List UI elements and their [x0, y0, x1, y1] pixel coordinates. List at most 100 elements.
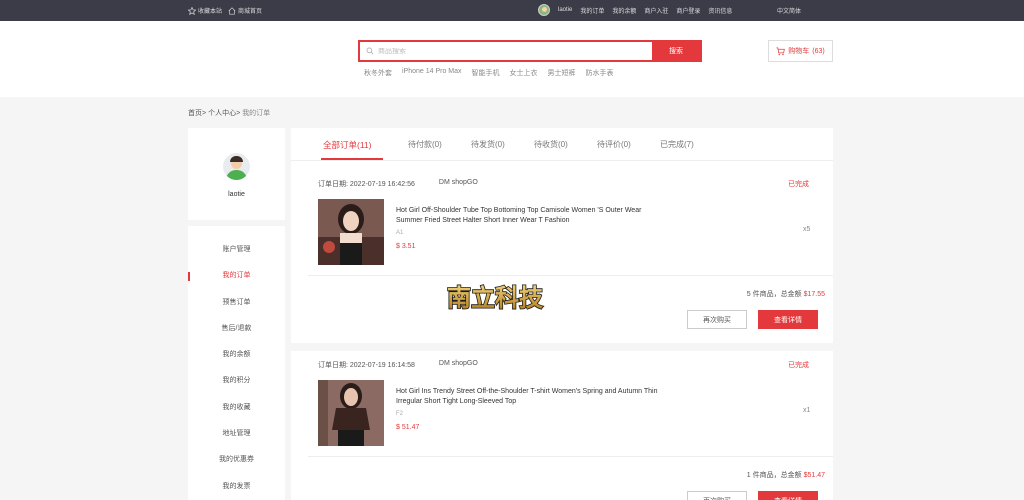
avatar[interactable] [223, 153, 250, 180]
order-total: 1 件商品，总金额 $51.47 [747, 470, 825, 480]
home-icon [228, 6, 236, 15]
top-bar: 收藏本站 商城首页 laotie 我的订单 我的余额 商户入驻 商户登录 资讯信… [0, 0, 1024, 21]
order-date: 订单日期: 2022-07-19 16:14:58 [318, 362, 415, 369]
sidebar-item-account[interactable]: 账户管理 [188, 240, 285, 266]
top-bar-right: laotie 我的订单 我的余额 商户入驻 商户登录 资讯信息 [538, 4, 732, 16]
view-details-button[interactable]: 查看详情 [758, 310, 818, 329]
favorite-label: 收藏本站 [198, 9, 223, 15]
user-avatar-small[interactable] [538, 4, 550, 16]
hot-search-list: 秋冬外套 iPhone 14 Pro Max 智能手机 女士上衣 男士短裤 防水… [364, 68, 614, 78]
sidebar-item-favorites[interactable]: 我的收藏 [188, 398, 285, 424]
watermark-logo: 南立科技 [446, 282, 545, 313]
product-photo [318, 199, 384, 265]
order-divider [291, 343, 833, 351]
hot-search-item[interactable]: 男士短裤 [548, 68, 576, 78]
star-icon [188, 6, 196, 15]
language-select[interactable]: 中文简体 [777, 6, 801, 15]
product-image[interactable] [318, 380, 384, 446]
cart-label: 购物车 [788, 48, 810, 55]
order-card: 订单日期: 2022-07-19 16:14:58 DM shopGO 已完成 … [308, 360, 833, 500]
tab-pending-shipment[interactable]: 待发货(0) [471, 139, 505, 150]
breadcrumb-home[interactable]: 首页> [188, 108, 206, 118]
order-total-prefix: 1 件商品，总金额 [746, 472, 802, 479]
product-photo [318, 380, 384, 446]
breadcrumb-current: 我的订单 [242, 110, 271, 117]
profile-card: laotie [188, 128, 285, 220]
profile-name: laotie [228, 191, 245, 198]
order-status: 已完成 [788, 362, 809, 369]
avatar-hair [230, 156, 243, 162]
topbar-link-merchant-login[interactable]: 商户登录 [676, 6, 700, 15]
order-date: 订单日期: 2022-07-19 16:42:56 [318, 181, 415, 188]
order-header: 订单日期: 2022-07-19 16:14:58 DM shopGO [318, 360, 478, 370]
breadcrumb: 首页> 个人中心> 我的订单 [188, 108, 270, 118]
breadcrumb-center[interactable]: 个人中心> [208, 108, 240, 118]
sidebar-item-presale[interactable]: 预售订单 [188, 293, 285, 319]
header: 搜索 秋冬外套 iPhone 14 Pro Max 智能手机 女士上衣 男士短裤… [0, 21, 1024, 97]
order-header: 订单日期: 2022-07-19 16:42:56 DM shopGO [318, 179, 478, 189]
tab-pending-payment[interactable]: 待付款(0) [408, 139, 442, 150]
watermark-text: 南立科技 [447, 283, 544, 312]
sidebar-item-refund[interactable]: 售后/退款 [188, 319, 285, 345]
hot-search-item[interactable]: 秋冬外套 [364, 68, 392, 78]
tab-completed[interactable]: 已完成(7) [660, 139, 694, 150]
order-total: 5 件商品，总金额 $17.55 [747, 289, 825, 299]
hot-search-item[interactable]: 女士上衣 [510, 68, 538, 78]
home-label: 商城首页 [238, 9, 263, 15]
favorite-link[interactable]: 收藏本站 [188, 6, 222, 15]
product-title[interactable]: Hot Girl Ins Trendy Street Off-the-Shoul… [396, 387, 668, 407]
sidebar-item-coupons[interactable]: 我的优惠券 [188, 450, 285, 476]
sidebar-item-balance[interactable]: 我的余额 [188, 345, 285, 371]
tab-pending-receipt[interactable]: 待收货(0) [534, 139, 568, 150]
search-button[interactable]: 搜索 [652, 42, 700, 60]
search-icon [366, 47, 374, 55]
order-total-amount: $17.55 [803, 291, 825, 298]
avatar-body [226, 170, 247, 180]
sidebar-item-points[interactable]: 我的积分 [188, 371, 285, 397]
hot-search-item[interactable]: iPhone 14 Pro Max [402, 68, 462, 78]
tab-all[interactable]: 全部订单(11) [323, 139, 372, 151]
topbar-link-news[interactable]: 资讯信息 [708, 6, 732, 15]
sidebar-menu: 账户管理 我的订单 预售订单 售后/退款 我的余额 我的积分 我的收藏 地址管理… [188, 226, 285, 500]
topbar-username[interactable]: laotie [558, 7, 572, 13]
home-link[interactable]: 商城首页 [228, 6, 262, 15]
divider [308, 456, 833, 457]
order-card: 订单日期: 2022-07-19 16:42:56 DM shopGO 已完成 … [308, 179, 833, 339]
product-price: $ 51.47 [396, 424, 420, 431]
active-tab-indicator [321, 158, 383, 160]
orders-panel: 全部订单(11) 待付款(0) 待发货(0) 待收货(0) 待评价(0) 已完成… [291, 128, 833, 500]
order-shop[interactable]: DM shopGO [439, 360, 478, 370]
hot-search-item[interactable]: 防水手表 [586, 68, 614, 78]
sidebar-item-address[interactable]: 地址管理 [188, 424, 285, 450]
view-details-button[interactable]: 查看详情 [758, 491, 818, 500]
order-total-amount: $51.47 [803, 472, 825, 479]
order-shop[interactable]: DM shopGO [439, 179, 478, 189]
sidebar-item-invoices[interactable]: 我的发票 [188, 477, 285, 500]
topbar-link-merchant-join[interactable]: 商户入驻 [644, 6, 668, 15]
order-status: 已完成 [788, 181, 809, 188]
cart-icon [776, 47, 786, 55]
tab-pending-review[interactable]: 待评价(0) [597, 139, 631, 150]
product-price: $ 3.51 [396, 243, 416, 250]
sidebar-item-orders[interactable]: 我的订单 [188, 266, 285, 292]
topbar-link-balance[interactable]: 我的余额 [612, 6, 636, 15]
search-input-wrap [360, 42, 652, 60]
divider [308, 275, 833, 276]
cart-button[interactable]: 购物车 (63) [768, 40, 833, 62]
product-sku: F2 [396, 411, 404, 417]
search-box: 搜索 [358, 40, 702, 62]
rebuy-button[interactable]: 再次购买 [687, 491, 747, 500]
product-quantity: x1 [803, 407, 811, 414]
rebuy-button[interactable]: 再次购买 [687, 310, 747, 329]
top-bar-left: 收藏本站 商城首页 [188, 6, 262, 15]
order-tabs: 全部订单(11) 待付款(0) 待发货(0) 待收货(0) 待评价(0) 已完成… [291, 128, 833, 161]
product-title[interactable]: Hot Girl Off-Shoulder Tube Top Bottoming… [396, 206, 668, 226]
topbar-link-orders[interactable]: 我的订单 [580, 6, 604, 15]
order-total-prefix: 5 件商品，总金额 [746, 291, 802, 298]
product-image[interactable] [318, 199, 384, 265]
hot-search-item[interactable]: 智能手机 [472, 68, 500, 78]
product-quantity: x5 [803, 226, 811, 233]
product-sku: A1 [396, 230, 404, 236]
cart-count: (63) [812, 47, 825, 55]
search-input[interactable] [378, 47, 618, 55]
